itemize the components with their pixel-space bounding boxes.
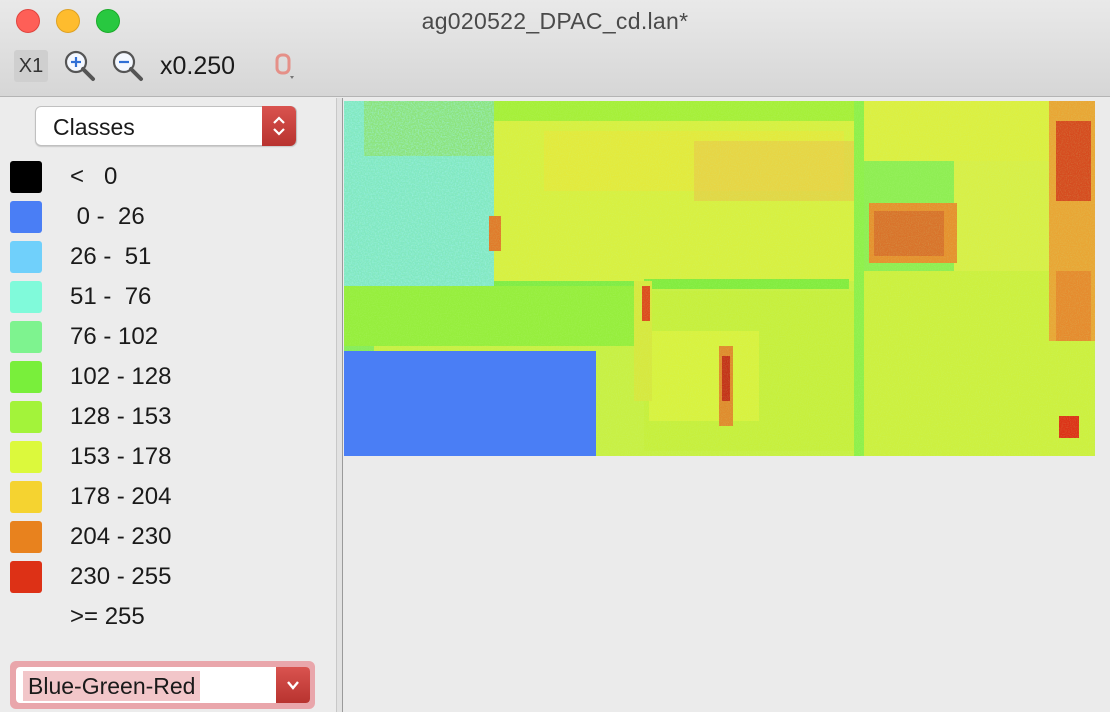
chevron-up-down-icon: [262, 106, 296, 146]
chevron-down-icon: [276, 667, 310, 703]
legend-class-label: 204 - 230: [70, 523, 172, 550]
zoom-out-button[interactable]: [110, 50, 146, 82]
zoom-level-readout: x0.250: [160, 52, 236, 80]
color-swatch[interactable]: [10, 161, 42, 193]
color-swatch[interactable]: [10, 281, 42, 313]
legend-row: 26 - 51: [10, 241, 310, 273]
zoom-in-button[interactable]: [62, 50, 98, 82]
actual-size-label: X1: [18, 54, 44, 77]
display-mode-value: Classes: [53, 114, 135, 140]
display-mode-select[interactable]: Classes: [35, 106, 297, 146]
legend-class-label: 128 - 153: [70, 403, 172, 430]
legend-class-label: 102 - 128: [70, 363, 172, 390]
classified-raster-image[interactable]: [344, 101, 1095, 456]
panel-splitter[interactable]: [336, 98, 343, 712]
title-bar: ag020522_DPAC_cd.lan* X1 x0.250: [0, 0, 1110, 97]
legend-class-label: 0 - 26: [70, 203, 145, 230]
legend-row: 51 - 76: [10, 281, 310, 313]
color-swatch[interactable]: [10, 401, 42, 433]
palette-value: Blue-Green-Red: [23, 671, 201, 701]
legend-row: >= 255: [10, 601, 310, 633]
legend-row: 204 - 230: [10, 521, 310, 553]
legend-row: 230 - 255: [10, 561, 310, 593]
shape-menu-button[interactable]: [266, 50, 302, 82]
color-swatch[interactable]: [10, 321, 42, 353]
zoom-out-icon: [112, 50, 143, 81]
color-swatch[interactable]: [10, 481, 42, 513]
legend-class-label: 230 - 255: [70, 563, 172, 590]
legend-class-label: 153 - 178: [70, 443, 172, 470]
legend-row: 102 - 128: [10, 361, 310, 393]
legend-row: 76 - 102: [10, 321, 310, 353]
legend-class-label: < 0: [70, 163, 118, 190]
legend-row: 128 - 153: [10, 401, 310, 433]
color-swatch[interactable]: [10, 561, 42, 593]
legend-class-label: 51 - 76: [70, 283, 152, 310]
shape-menu-icon: [275, 53, 294, 79]
palette-select[interactable]: Blue-Green-Red: [10, 661, 315, 709]
legend-row: < 0: [10, 161, 310, 193]
color-swatch[interactable]: [10, 201, 42, 233]
legend-class-label: 76 - 102: [70, 323, 159, 350]
legend-row: 178 - 204: [10, 481, 310, 513]
color-swatch[interactable]: [10, 241, 42, 273]
color-swatch[interactable]: [10, 521, 42, 553]
legend-row: 153 - 178: [10, 441, 310, 473]
legend-class-label: >= 255: [70, 603, 145, 630]
actual-size-button[interactable]: X1: [14, 50, 48, 82]
window-title: ag020522_DPAC_cd.lan*: [421, 8, 689, 34]
image-view[interactable]: [343, 98, 1110, 712]
color-swatch[interactable]: [10, 361, 42, 393]
color-swatch[interactable]: [10, 441, 42, 473]
legend-class-label: 178 - 204: [70, 483, 172, 510]
legend-class-label: 26 - 51: [70, 243, 152, 270]
palette-field: Blue-Green-Red: [16, 667, 310, 703]
zoom-in-icon: [64, 50, 95, 81]
legend-row: 0 - 26: [10, 201, 310, 233]
